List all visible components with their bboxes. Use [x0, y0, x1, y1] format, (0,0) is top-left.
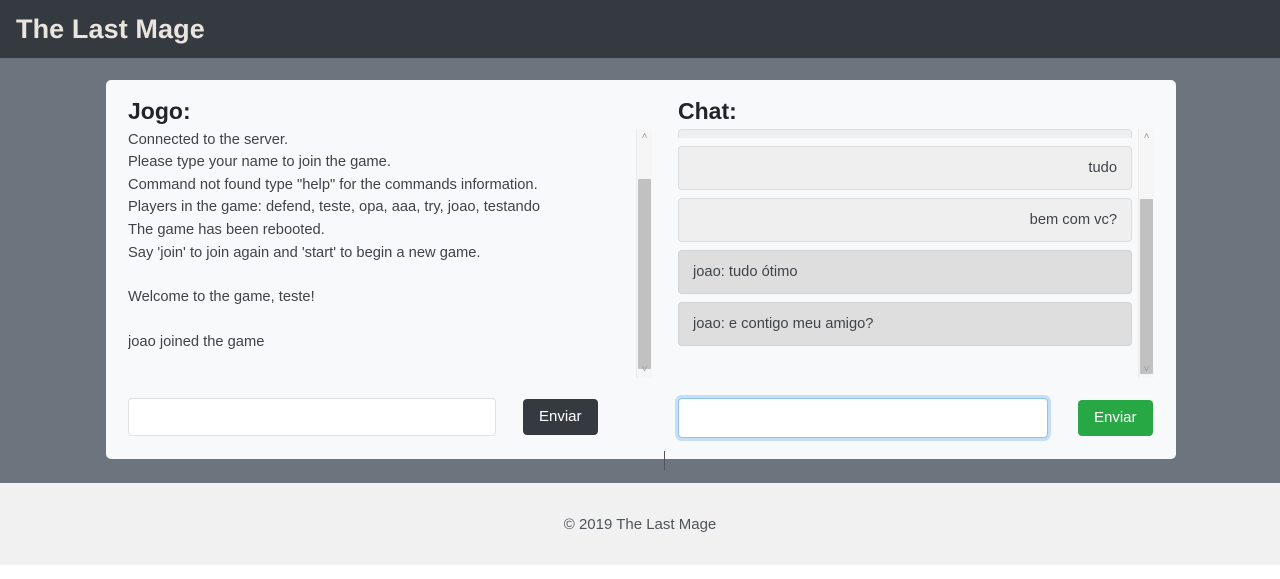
game-log: Connected to the server. Please type your…	[128, 129, 636, 378]
chat-message: joao: tudo ótimo	[678, 249, 1132, 294]
chat-message: bem com vc?	[678, 197, 1132, 242]
game-log-scrollbar[interactable]: ˄ ˅	[636, 128, 652, 378]
copyright-text: © 2019 The Last Mage	[563, 515, 717, 533]
column-spacer	[652, 98, 678, 459]
chat-input-row: Enviar	[678, 397, 1154, 438]
chat-message: joao: e contigo meu amigo?	[678, 301, 1132, 346]
chat-panel-title: Chat:	[678, 98, 737, 124]
log-gap	[128, 264, 630, 286]
game-log-line: The game has been rebooted.	[128, 221, 325, 238]
game-log-line: Say 'join' to join again and 'start' to …	[128, 244, 481, 261]
page-footer: © 2019 The Last Mage	[0, 483, 1280, 565]
game-log-line: Please type your name to join the game.	[128, 154, 391, 171]
game-panel-title: Jogo:	[128, 98, 191, 124]
chat-message-clipped	[678, 128, 1132, 138]
game-log-line: Connected to the server.	[128, 131, 289, 148]
scrollbar-thumb[interactable]	[638, 179, 651, 369]
game-input-row: Enviar	[128, 397, 652, 436]
game-log-line: Welcome to the game, teste!	[128, 289, 315, 306]
main-card: Jogo: Connected to the server. Please typ…	[106, 80, 1176, 459]
chat-message-list: tudo bem com vc? joao: tudo ótimo joao: e c…	[678, 128, 1138, 378]
chat-send-button[interactable]: Enviar	[1078, 399, 1153, 436]
chat-message: tudo	[678, 145, 1132, 190]
game-log-line: Command not found type "help" for the co…	[128, 176, 538, 193]
log-gap	[128, 309, 630, 331]
app-brand: The Last Mage	[16, 13, 205, 44]
scroll-up-icon[interactable]: ˄	[637, 129, 652, 145]
page-tail	[0, 565, 1280, 579]
chat-input[interactable]	[678, 397, 1048, 438]
game-log-line: Players in the game: defend, teste, opa,…	[128, 199, 541, 216]
game-log-line: joao joined the game	[128, 333, 265, 350]
game-panel: Jogo: Connected to the server. Please typ…	[128, 98, 652, 459]
scroll-down-icon[interactable]: ˅	[1139, 362, 1154, 378]
game-log-container: Connected to the server. Please type your…	[128, 128, 652, 378]
game-send-button[interactable]: Enviar	[523, 398, 598, 435]
scroll-down-icon[interactable]: ˅	[637, 362, 652, 378]
scroll-up-icon[interactable]: ˄	[1139, 129, 1154, 145]
game-input[interactable]	[128, 397, 496, 436]
scrollbar-thumb[interactable]	[1140, 199, 1153, 374]
chat-input-caret	[664, 451, 665, 470]
chat-scrollbar[interactable]: ˄ ˅	[1138, 128, 1154, 378]
app-header: The Last Mage	[0, 0, 1280, 58]
chat-panel: Chat: tudo bem com vc? joao: tudo ótimo joa…	[678, 98, 1154, 459]
chat-list-container: tudo bem com vc? joao: tudo ótimo joao: e c…	[678, 128, 1154, 378]
page-background: Jogo: Connected to the server. Please typ…	[0, 58, 1280, 483]
